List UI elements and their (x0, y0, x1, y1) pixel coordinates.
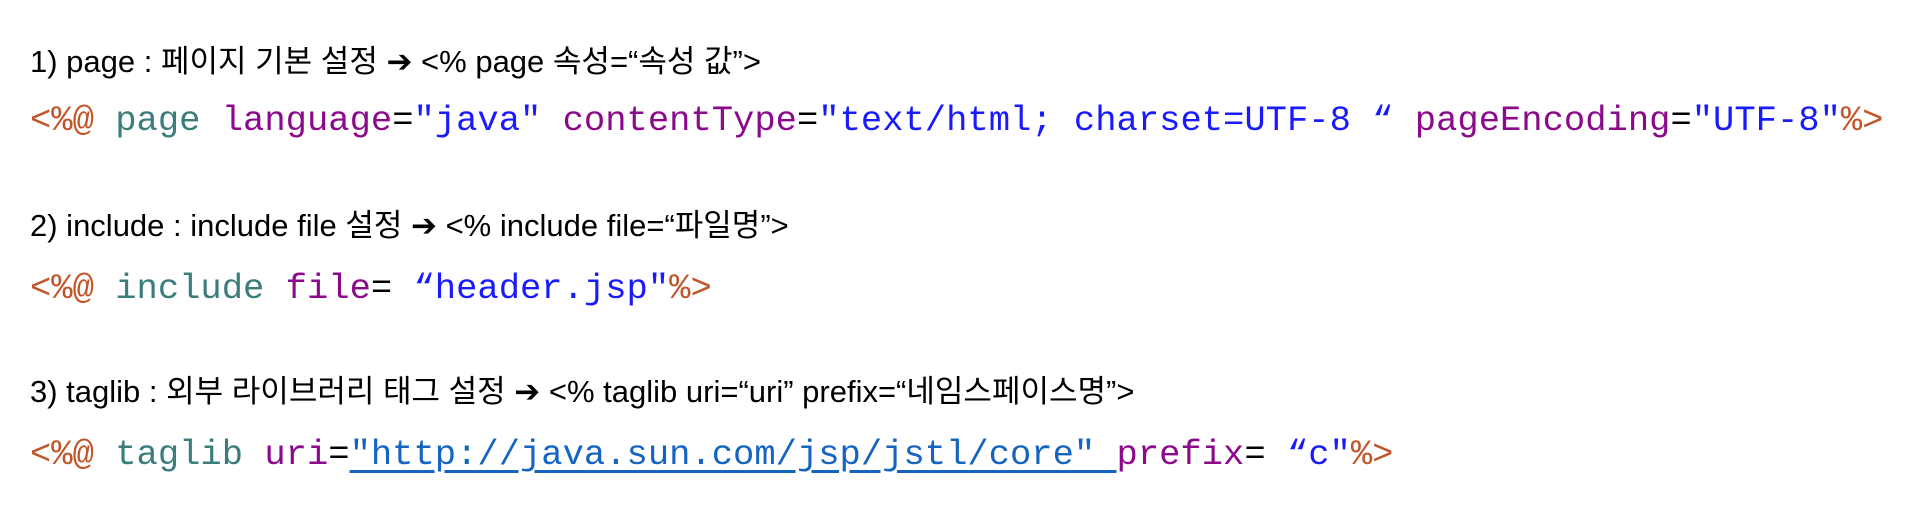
code-token-dir: taglib (115, 434, 265, 475)
code-token-delim: <%@ (30, 434, 116, 475)
code-token-str: "UTF-8" (1691, 100, 1841, 141)
code-include-directive: <%@ include file= “header.jsp"%> (30, 268, 712, 309)
code-token-eq: = (1244, 434, 1287, 475)
code-token-str: “c" (1286, 434, 1351, 475)
code-token-eq: = (796, 100, 819, 141)
uri-link[interactable]: "http://java.sun.com/jsp/jstl/core" (350, 434, 1117, 475)
code-token-dir: page (115, 100, 222, 141)
code-token-delim: <%@ (30, 100, 116, 141)
code-token-eq: = (392, 100, 414, 141)
code-token-eq: = (370, 268, 414, 309)
code-token-delim: %> (1350, 434, 1394, 475)
code-token-attr: uri (264, 434, 329, 475)
code-token-str: “header.jsp" (413, 268, 670, 309)
code-token-attr: file (285, 268, 371, 309)
code-token-attr: prefix (1116, 434, 1245, 475)
code-token-attr: pageEncoding (1414, 100, 1671, 141)
heading-include: 2) include : include file 설정 ➔ <% includ… (30, 208, 789, 243)
code-token-delim: %> (669, 268, 712, 309)
code-token-delim: <%@ (30, 268, 116, 309)
code-token-str: "java" (413, 100, 563, 141)
code-token-attr: contentType (562, 100, 797, 141)
code-token-eq: = (1670, 100, 1692, 141)
code-taglib-directive: <%@ taglib uri="http://java.sun.com/jsp/… (30, 434, 1393, 475)
heading-taglib: 3) taglib : 외부 라이브러리 태그 설정 ➔ <% taglib u… (30, 374, 1135, 409)
code-token-attr: language (221, 100, 393, 141)
heading-page: 1) page : 페이지 기본 설정 ➔ <% page 속성=“속성 값”> (30, 44, 761, 79)
code-token-str: "text/html; charset=UTF-8 “ (818, 100, 1415, 141)
code-token-dir: include (115, 268, 286, 309)
code-page-directive: <%@ page language="java" contentType="te… (30, 100, 1883, 141)
code-token-eq: = (328, 434, 350, 475)
code-token-delim: %> (1840, 100, 1884, 141)
